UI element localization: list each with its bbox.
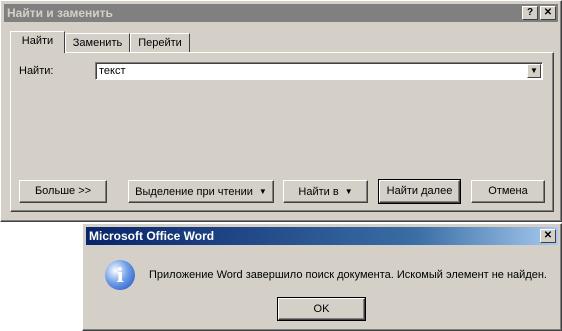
reading-highlight-label: Выделение при чтении	[135, 186, 253, 198]
find-in-button[interactable]: Найти в ▼	[283, 180, 368, 203]
reading-highlight-button[interactable]: Выделение при чтении ▼	[128, 180, 274, 203]
info-icon: i	[105, 260, 135, 290]
find-replace-dialog: Найти и заменить ? ✕ Найти Заменить Пере…	[0, 0, 562, 222]
find-input-value: текст	[99, 65, 126, 77]
find-dialog-titlebar[interactable]: Найти и заменить ? ✕	[4, 4, 558, 22]
tab-find-label: Найти	[21, 35, 54, 47]
find-dialog-title: Найти и заменить	[7, 6, 113, 20]
tab-replace[interactable]: Заменить	[65, 33, 130, 53]
ok-label: OK	[313, 303, 330, 315]
tab-find[interactable]: Найти	[10, 31, 65, 53]
dropdown-arrow-icon: ▼	[344, 187, 353, 196]
find-in-label: Найти в	[298, 186, 339, 198]
find-input[interactable]: текст ▼	[95, 62, 543, 80]
ok-button[interactable]: OK	[277, 297, 366, 321]
tab-goto[interactable]: Перейти	[130, 33, 190, 53]
message-text: Приложение Word завершило поиск документ…	[149, 269, 547, 281]
help-button[interactable]: ?	[522, 6, 538, 20]
message-title: Microsoft Office Word	[89, 229, 215, 243]
close-button[interactable]: ✕	[540, 6, 556, 20]
more-button-label: Больше >>	[34, 185, 92, 197]
dropdown-arrow-icon: ▼	[258, 187, 267, 196]
message-titlebar[interactable]: Microsoft Office Word ✕	[86, 227, 558, 245]
message-close-button[interactable]: ✕	[540, 229, 556, 243]
cancel-label: Отмена	[488, 185, 528, 197]
tab-replace-label: Заменить	[72, 37, 123, 49]
tab-goto-label: Перейти	[138, 37, 182, 49]
more-button[interactable]: Больше >>	[19, 180, 107, 203]
chevron-down-icon[interactable]: ▼	[527, 64, 541, 78]
cancel-button[interactable]: Отмена	[471, 180, 545, 203]
find-next-label: Найти далее	[386, 185, 453, 197]
find-label: Найти:	[19, 65, 54, 77]
find-next-button[interactable]: Найти далее	[378, 179, 461, 204]
